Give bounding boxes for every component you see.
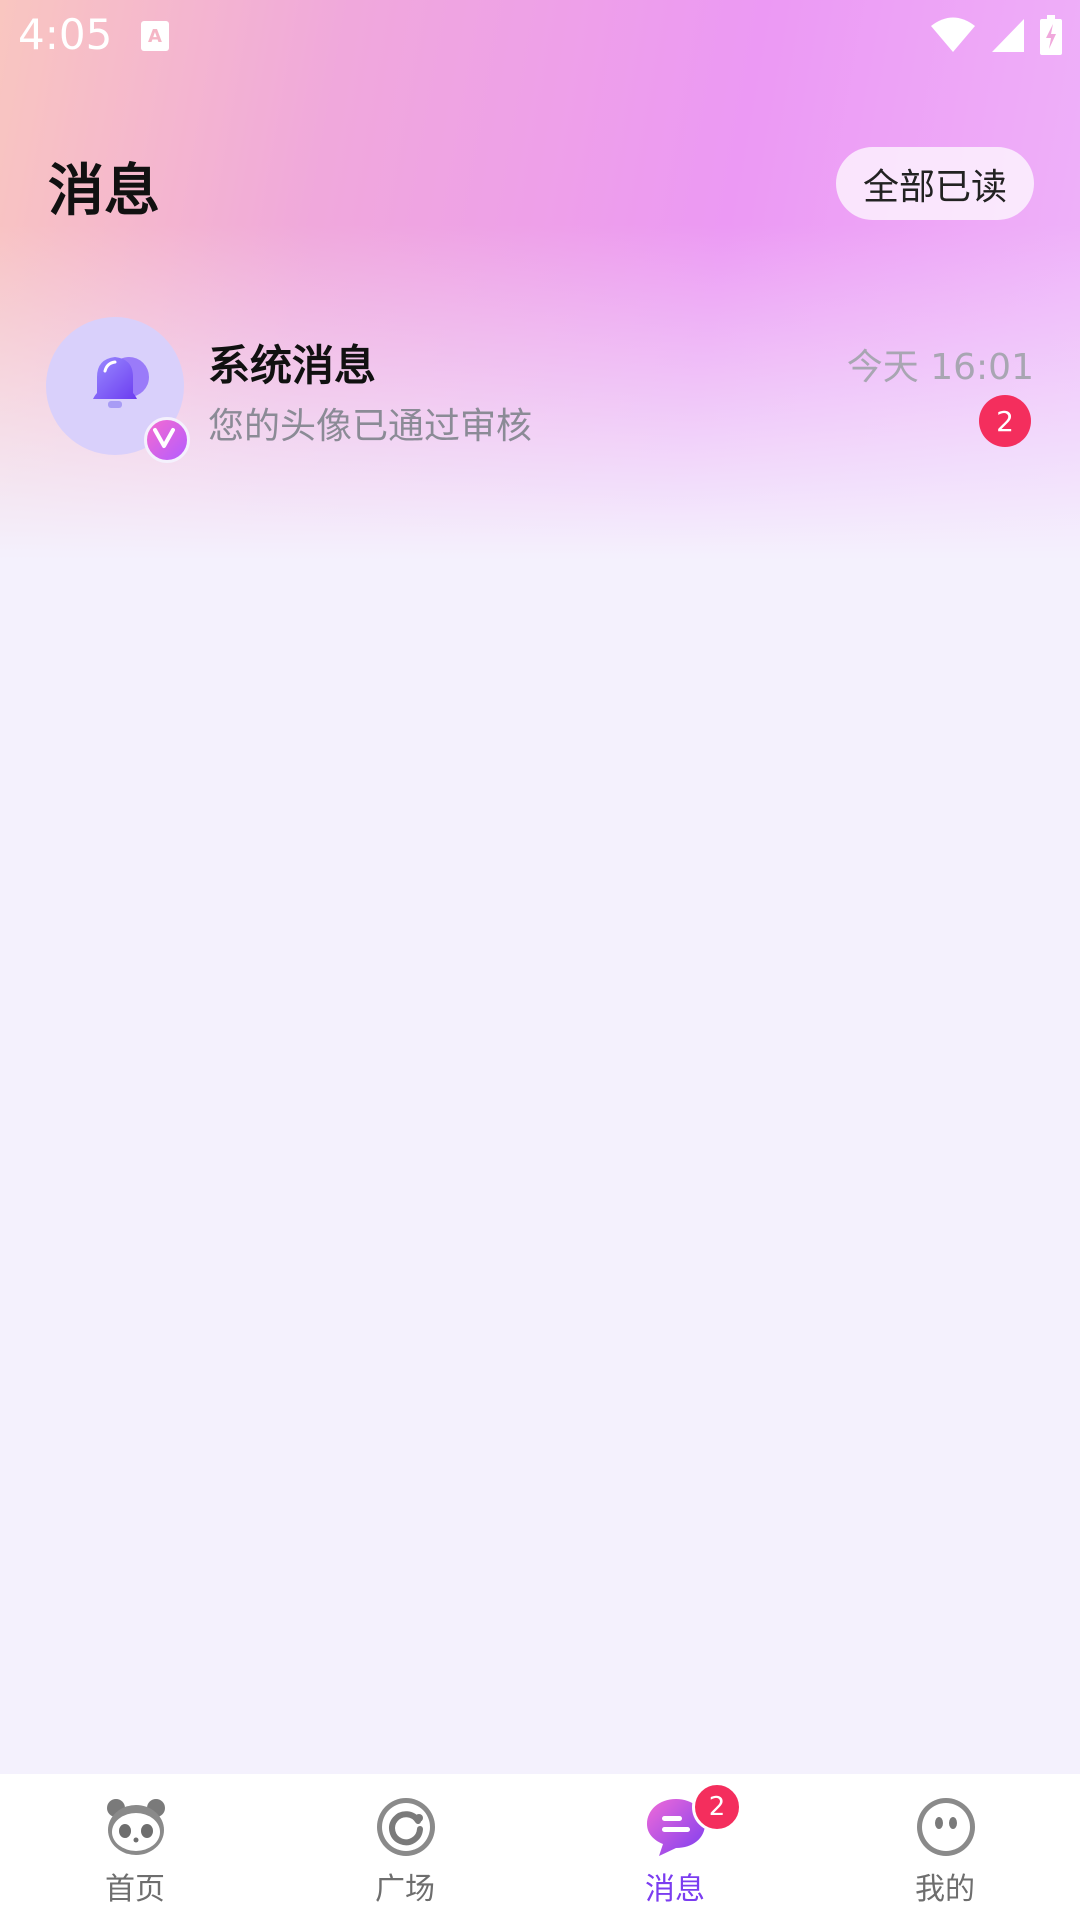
conversation-name: 系统消息: [208, 341, 377, 390]
nav-item-home[interactable]: 首页: [0, 1774, 270, 1920]
nav-messages-badge: 2: [692, 1782, 742, 1832]
unread-count-badge: 2: [979, 395, 1031, 447]
mark-all-read-button[interactable]: 全部已读: [836, 147, 1034, 220]
nav-item-mine[interactable]: 我的: [810, 1774, 1080, 1920]
bell-icon: [93, 357, 149, 408]
nav-item-plaza[interactable]: 广场: [270, 1774, 540, 1920]
status-bar: 4:05 A: [0, 0, 1080, 74]
wifi-icon: [931, 17, 975, 52]
header-gradient-background: [0, 0, 1080, 560]
notification-a-icon: A: [141, 21, 169, 51]
bottom-nav: 首页 广场 2 消息 我的: [0, 1774, 1080, 1920]
status-right-icons: [930, 14, 1062, 56]
nav-label-home: 首页: [105, 1872, 165, 1907]
vip-v-icon: [153, 428, 175, 448]
conversation-item-system[interactable]: 系统消息 您的头像已通过审核 今天 16:01 2: [0, 300, 1080, 470]
svg-text:A: A: [148, 26, 162, 47]
nav-label-messages: 消息: [645, 1872, 705, 1907]
conversation-time: 今天 16:01: [846, 347, 1034, 388]
vip-badge: [144, 417, 190, 463]
nav-label-plaza: 广场: [375, 1872, 435, 1907]
signal-icon: [992, 19, 1024, 52]
status-time: 4:05: [18, 10, 113, 59]
nav-label-mine: 我的: [915, 1872, 975, 1907]
avatar: [46, 317, 190, 463]
face-icon: [917, 1798, 975, 1856]
page-title: 消息: [48, 159, 160, 224]
conversation-preview: 您的头像已通过审核: [208, 406, 533, 447]
panda-icon: [107, 1799, 165, 1855]
battery-charging-icon: [1040, 15, 1062, 55]
refresh-circle-icon: [377, 1798, 435, 1856]
nav-item-messages[interactable]: 2 消息: [540, 1774, 810, 1920]
